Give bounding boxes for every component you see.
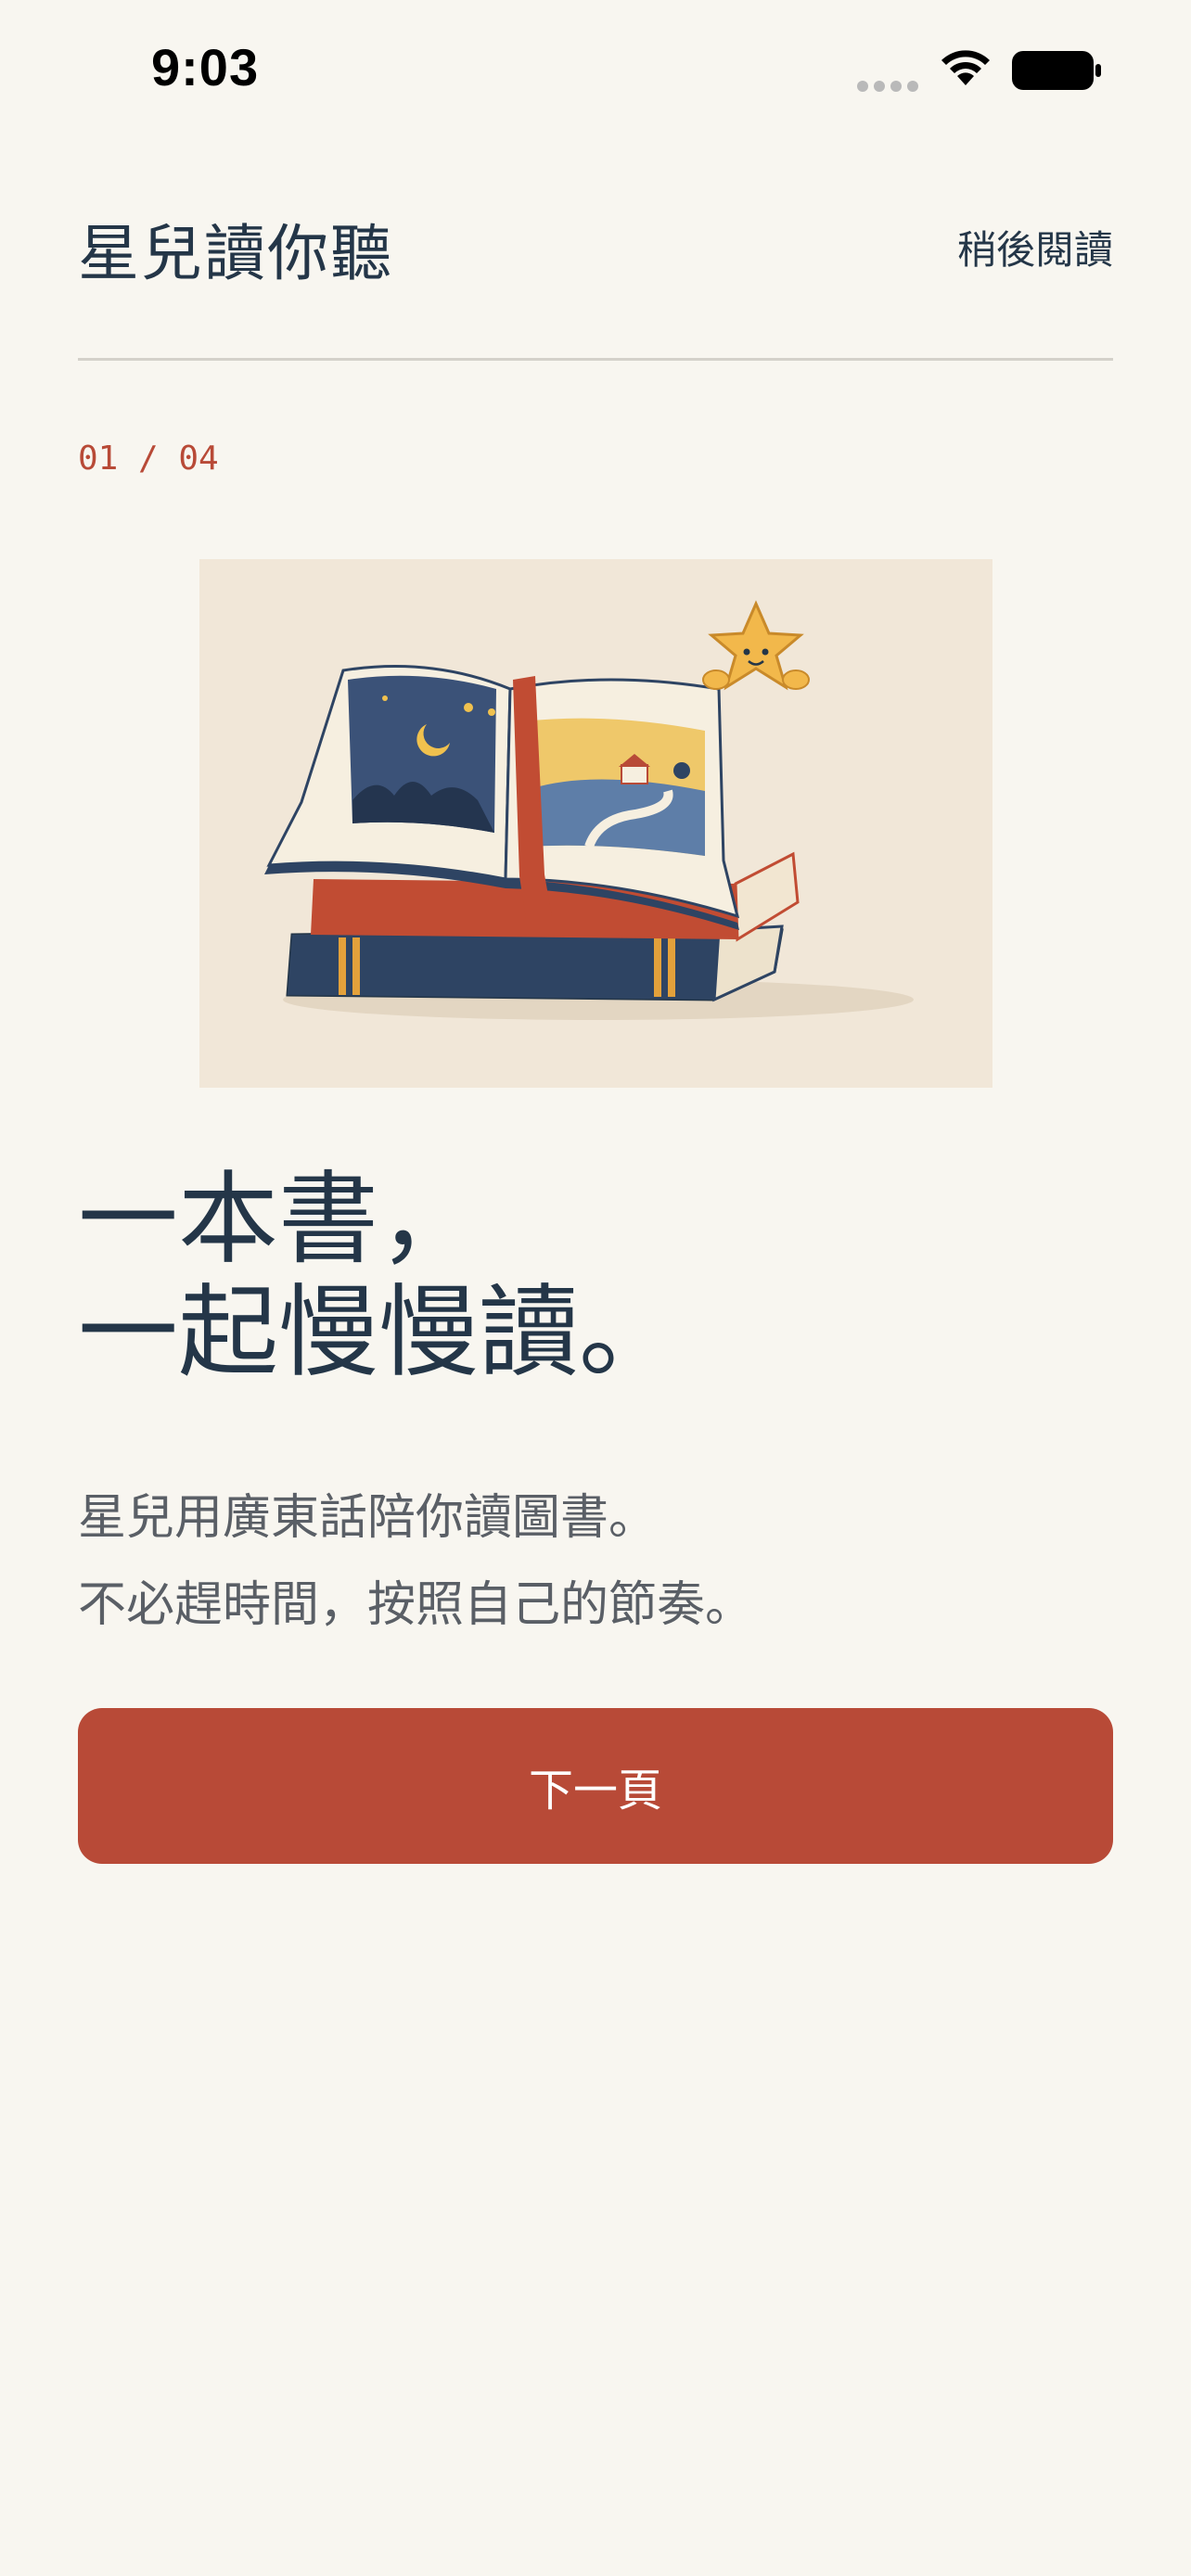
description: 星兒用廣東話陪你讀圖書。 不必趕時間，按照自己的節奏。 [78,1474,753,1649]
headline: 一本書， 一起慢慢讀。 [78,1164,679,1390]
read-later-link[interactable]: 稍後閱讀 [957,219,1113,275]
description-line-2: 不必趕時間，按照自己的節奏。 [78,1577,754,1633]
next-page-button[interactable]: 下一頁 [78,1708,1113,1864]
status-bar: 9:03 [0,0,1191,139]
header-divider [78,358,1113,361]
headline-line-2: 一起慢慢讀。 [78,1275,680,1391]
description-line-1: 星兒用廣東話陪你讀圖書。 [78,1490,658,1546]
status-time: 9:03 [151,38,260,96]
page-counter: 01 / 04 [78,440,219,478]
headline-line-1: 一本書， [78,1162,480,1278]
cellular-signal-icon [857,78,924,96]
wifi-icon [941,50,990,85]
books-illustration [199,559,992,1088]
stacked-books-star-icon [264,600,914,1020]
battery-icon [1012,51,1101,90]
app-title: 星兒讀你聽 [78,218,393,289]
